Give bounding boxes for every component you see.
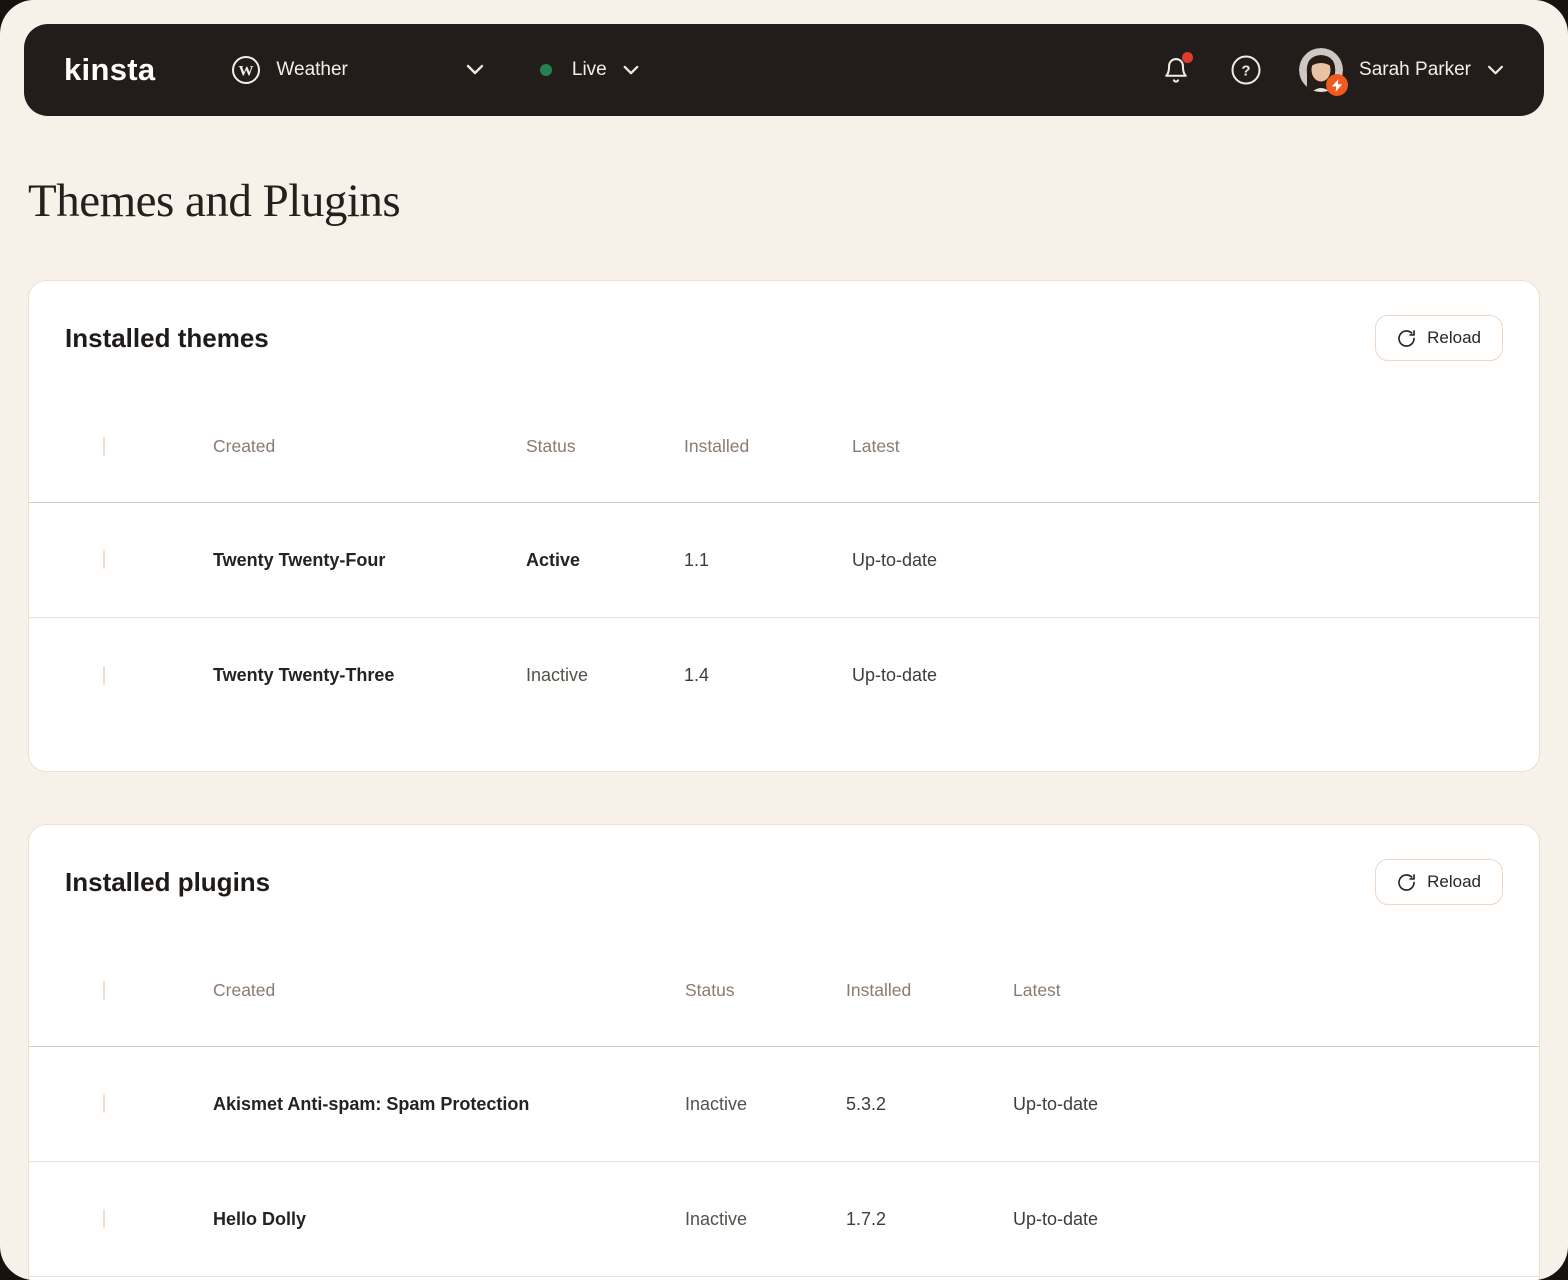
- row-checkbox[interactable]: [103, 550, 105, 569]
- row-checkbox[interactable]: [103, 666, 105, 685]
- plugins-table: Created Status Installed Latest Akismet …: [29, 935, 1539, 1277]
- environment-selector[interactable]: Live: [540, 59, 639, 81]
- reload-icon: [1397, 329, 1416, 348]
- themes-card-title: Installed themes: [65, 323, 269, 354]
- column-header-created: Created: [213, 436, 526, 457]
- plugin-status: Inactive: [685, 1209, 846, 1230]
- themes-table-header: Created Status Installed Latest: [29, 391, 1539, 503]
- column-header-installed: Installed: [684, 436, 852, 457]
- row-checkbox[interactable]: [103, 1094, 105, 1113]
- table-row: Twenty Twenty-Four Active 1.1 Up-to-date: [29, 503, 1539, 618]
- main-content: Themes and Plugins Installed themes Relo…: [0, 174, 1568, 1280]
- user-name: Sarah Parker: [1359, 59, 1471, 81]
- theme-name: Twenty Twenty-Four: [213, 550, 526, 571]
- help-button[interactable]: ?: [1229, 53, 1263, 87]
- theme-installed-version: 1.4: [684, 665, 852, 686]
- theme-latest-version: Up-to-date: [852, 665, 1539, 686]
- chevron-down-icon: [466, 64, 484, 76]
- table-row: Twenty Twenty-Three Inactive 1.4 Up-to-d…: [29, 618, 1539, 733]
- svg-text:W: W: [239, 64, 254, 80]
- plugins-card-title: Installed plugins: [65, 867, 270, 898]
- themes-reload-button[interactable]: Reload: [1375, 315, 1503, 361]
- reload-icon: [1397, 873, 1416, 892]
- wordpress-icon: W: [231, 55, 261, 85]
- chevron-down-icon: [1487, 65, 1504, 76]
- plugin-name: Akismet Anti-spam: Spam Protection: [213, 1094, 685, 1115]
- chevron-down-icon: [623, 65, 639, 76]
- nav-actions: ?: [1159, 48, 1504, 92]
- environment-label: Live: [572, 59, 607, 81]
- themes-table: Created Status Installed Latest Twenty T…: [29, 391, 1539, 733]
- user-menu[interactable]: Sarah Parker: [1299, 48, 1504, 92]
- theme-status: Active: [526, 550, 684, 571]
- row-checkbox[interactable]: [103, 1209, 105, 1228]
- column-header-latest: Latest: [1013, 980, 1539, 1001]
- notification-badge: [1182, 52, 1193, 63]
- column-header-installed: Installed: [846, 980, 1013, 1001]
- select-all-checkbox[interactable]: [103, 981, 105, 1000]
- theme-name: Twenty Twenty-Three: [213, 665, 526, 686]
- table-row: Akismet Anti-spam: Spam Protection Inact…: [29, 1047, 1539, 1162]
- plugins-reload-button[interactable]: Reload: [1375, 859, 1503, 905]
- plugin-status: Inactive: [685, 1094, 846, 1115]
- plugin-installed-version: 1.7.2: [846, 1209, 1013, 1230]
- plugin-name: Hello Dolly: [213, 1209, 685, 1230]
- select-all-checkbox[interactable]: [103, 437, 105, 456]
- avatar: [1299, 48, 1343, 92]
- theme-latest-version: Up-to-date: [852, 550, 1539, 571]
- live-status-dot-icon: [540, 64, 552, 76]
- table-row: Hello Dolly Inactive 1.7.2 Up-to-date: [29, 1162, 1539, 1277]
- column-header-status: Status: [685, 980, 846, 1001]
- page-title: Themes and Plugins: [28, 174, 1540, 228]
- reload-label: Reload: [1427, 328, 1481, 348]
- question-circle-icon: ?: [1230, 54, 1262, 86]
- svg-text:?: ?: [1241, 63, 1250, 80]
- installed-themes-card: Installed themes Reload Created Status I…: [28, 280, 1540, 772]
- kinsta-logo[interactable]: kinsta: [64, 52, 155, 88]
- column-header-status: Status: [526, 436, 684, 457]
- top-nav: kinsta W Weather Live: [24, 24, 1544, 116]
- plugin-latest-version: Up-to-date: [1013, 1094, 1539, 1115]
- column-header-created: Created: [213, 980, 685, 1001]
- theme-status: Inactive: [526, 665, 684, 686]
- installed-plugins-card: Installed plugins Reload Created Status …: [28, 824, 1540, 1280]
- reload-label: Reload: [1427, 872, 1481, 892]
- plugin-latest-version: Up-to-date: [1013, 1209, 1539, 1230]
- lightning-bolt-icon: [1326, 74, 1348, 96]
- theme-installed-version: 1.1: [684, 550, 852, 571]
- site-selector[interactable]: W Weather: [231, 55, 483, 85]
- notifications-button[interactable]: [1159, 53, 1193, 87]
- plugin-installed-version: 5.3.2: [846, 1094, 1013, 1115]
- column-header-latest: Latest: [852, 436, 1539, 457]
- plugins-table-header: Created Status Installed Latest: [29, 935, 1539, 1047]
- site-selector-label: Weather: [276, 59, 347, 81]
- page: kinsta W Weather Live: [0, 0, 1568, 1280]
